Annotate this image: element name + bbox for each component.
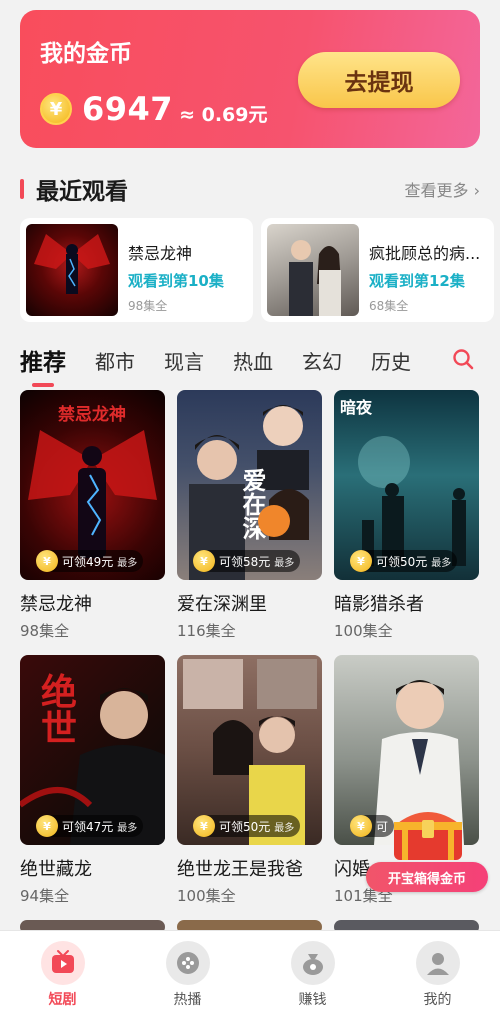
poster-title-text: 暗夜 bbox=[340, 398, 373, 417]
drama-card[interactable]: ¥ 可领50元 最多 绝世龙王是我爸 100集全 bbox=[177, 655, 322, 906]
recent-item-progress: 观看到第10集 bbox=[128, 272, 224, 290]
reward-badge: ¥ 可领58元 最多 bbox=[193, 550, 301, 572]
profile-icon bbox=[415, 941, 460, 985]
reward-max: 最多 bbox=[117, 557, 138, 569]
coin-icon: ¥ bbox=[193, 550, 215, 572]
tab-fantasy[interactable]: 玄幻 bbox=[302, 346, 342, 375]
recent-item-episodes: 68集全 bbox=[369, 299, 409, 313]
reward-max: 最多 bbox=[274, 822, 295, 834]
nav-label: 短剧 bbox=[48, 992, 77, 1008]
nav-label: 赚钱 bbox=[298, 992, 327, 1008]
drama-title: 禁忌龙神 bbox=[20, 594, 92, 615]
reward-max: 最多 bbox=[117, 822, 138, 834]
reward-max: 最多 bbox=[431, 557, 452, 569]
drama-episodes: 100集全 bbox=[177, 887, 236, 905]
reward-amount: 可领58元 bbox=[219, 554, 271, 569]
app-screen: 我的金币 ¥ 6947 ≈ 0.69元 去提现 最近观看 查看更多 › 禁忌龙神… bbox=[0, 0, 500, 1013]
recent-item-progress: 观看到第12集 bbox=[369, 272, 465, 290]
coin-icon: ¥ bbox=[40, 93, 72, 125]
money-bag-icon bbox=[290, 941, 335, 985]
tab-recommend[interactable]: 推荐 bbox=[20, 343, 66, 387]
play-icon bbox=[40, 941, 85, 985]
reward-badge: ¥ 可领50元 最多 bbox=[193, 815, 301, 837]
drama-title: 暗影猎杀者 bbox=[334, 594, 424, 615]
drama-title: 绝世藏龙 bbox=[20, 859, 92, 880]
coin-icon: ¥ bbox=[350, 550, 372, 572]
drama-card[interactable]: 绝世 ¥ 可领47元 最多 绝世藏龙 94集全 bbox=[20, 655, 165, 906]
category-tabs: 推荐 都市 现言 热血 玄幻 历史 bbox=[20, 340, 480, 387]
coin-approx-value: ≈ 0.69元 bbox=[179, 103, 268, 126]
recent-header: 最近观看 查看更多 › bbox=[20, 172, 480, 206]
reward-badge: ¥ 可领49元 最多 bbox=[36, 550, 144, 572]
coin-amount: 6947 bbox=[82, 90, 174, 128]
recent-item-title: 禁忌龙神 bbox=[128, 244, 193, 263]
recent-item-title: 疯批顾总的病... bbox=[369, 244, 481, 263]
nav-item-profile[interactable]: 我的 bbox=[375, 931, 500, 1013]
drama-episodes: 94集全 bbox=[20, 887, 70, 905]
coin-icon: ¥ bbox=[350, 815, 372, 837]
hot-icon bbox=[165, 941, 210, 985]
bottom-nav: 短剧 热播 赚钱 我的 bbox=[0, 930, 500, 1013]
nav-item-hot[interactable]: 热播 bbox=[125, 931, 250, 1013]
reward-badge: ¥ 可领47元 最多 bbox=[36, 815, 144, 837]
coin-title: 我的金币 bbox=[40, 41, 132, 67]
section-accent-bar bbox=[20, 179, 24, 199]
drama-episodes: 98集全 bbox=[20, 622, 70, 640]
search-icon[interactable] bbox=[452, 348, 474, 370]
reward-amount: 可领47元 bbox=[62, 819, 114, 834]
nav-item-earn[interactable]: 赚钱 bbox=[250, 931, 375, 1013]
drama-episodes: 100集全 bbox=[334, 622, 393, 640]
recent-item-episodes: 98集全 bbox=[128, 299, 168, 313]
recent-item[interactable]: 疯批顾总的病... 观看到第12集 68集全 bbox=[261, 218, 494, 322]
drama-poster: ¥ 可领50元 最多 bbox=[177, 655, 322, 845]
coin-icon: ¥ bbox=[36, 815, 58, 837]
nav-label: 我的 bbox=[423, 992, 452, 1008]
poster-title-text: 绝世 bbox=[35, 673, 77, 745]
coin-icon: ¥ bbox=[193, 815, 215, 837]
drama-title: 爱在深渊里 bbox=[177, 594, 267, 615]
reward-amount: 可领50元 bbox=[376, 554, 428, 569]
recent-poster bbox=[267, 224, 359, 316]
drama-poster: 绝世 ¥ 可领47元 最多 bbox=[20, 655, 165, 845]
reward-max: 最多 bbox=[274, 557, 295, 569]
drama-card[interactable]: 暗夜 ¥ 可领50元 最多 暗影猎杀者 100集全 bbox=[334, 390, 479, 641]
nav-item-shorts[interactable]: 短剧 bbox=[0, 931, 125, 1013]
drama-episodes: 116集全 bbox=[177, 622, 236, 640]
coin-card: 我的金币 ¥ 6947 ≈ 0.69元 去提现 bbox=[20, 10, 480, 148]
recent-item[interactable]: 禁忌龙神 观看到第10集 98集全 bbox=[20, 218, 253, 322]
drama-poster: 暗夜 ¥ 可领50元 最多 bbox=[334, 390, 479, 580]
drama-poster: 禁忌龙神 ¥ 可领49元 最多 bbox=[20, 390, 165, 580]
poster-title-text: 禁忌龙神 bbox=[58, 405, 126, 425]
coin-icon: ¥ bbox=[36, 550, 58, 572]
reward-amount: 可领49元 bbox=[62, 554, 114, 569]
coin-balance: ¥ 6947 ≈ 0.69元 bbox=[40, 90, 267, 128]
drama-card[interactable]: 爱在深 ¥ 可领58元 最多 爱在深渊里 116集全 bbox=[177, 390, 322, 641]
treasure-chest-icon[interactable] bbox=[388, 800, 468, 862]
drama-poster: 爱在深 ¥ 可领58元 最多 bbox=[177, 390, 322, 580]
drama-card[interactable]: 禁忌龙神 ¥ 可领49元 最多 禁忌龙神 98集全 bbox=[20, 390, 165, 641]
drama-title: 绝世龙王是我爸 bbox=[177, 859, 303, 880]
recent-title: 最近观看 bbox=[36, 179, 128, 205]
tab-history[interactable]: 历史 bbox=[371, 346, 411, 375]
tab-urban[interactable]: 都市 bbox=[95, 346, 135, 375]
withdraw-button[interactable]: 去提现 bbox=[298, 52, 460, 108]
floating-dot[interactable] bbox=[258, 505, 290, 537]
open-treasure-button[interactable]: 开宝箱得金币 bbox=[366, 862, 488, 892]
reward-badge: ¥ 可领50元 最多 bbox=[350, 550, 458, 572]
reward-amount: 可 bbox=[376, 819, 389, 834]
tab-modern-romance[interactable]: 现言 bbox=[164, 346, 204, 375]
see-more-link[interactable]: 查看更多 › bbox=[405, 177, 481, 201]
nav-label: 热播 bbox=[173, 992, 202, 1008]
recent-poster bbox=[26, 224, 118, 316]
reward-amount: 可领50元 bbox=[219, 819, 271, 834]
recent-list: 禁忌龙神 观看到第10集 98集全 疯批顾总的病... 观看到第12集 68集全 bbox=[20, 218, 500, 322]
tab-action[interactable]: 热血 bbox=[233, 346, 273, 375]
